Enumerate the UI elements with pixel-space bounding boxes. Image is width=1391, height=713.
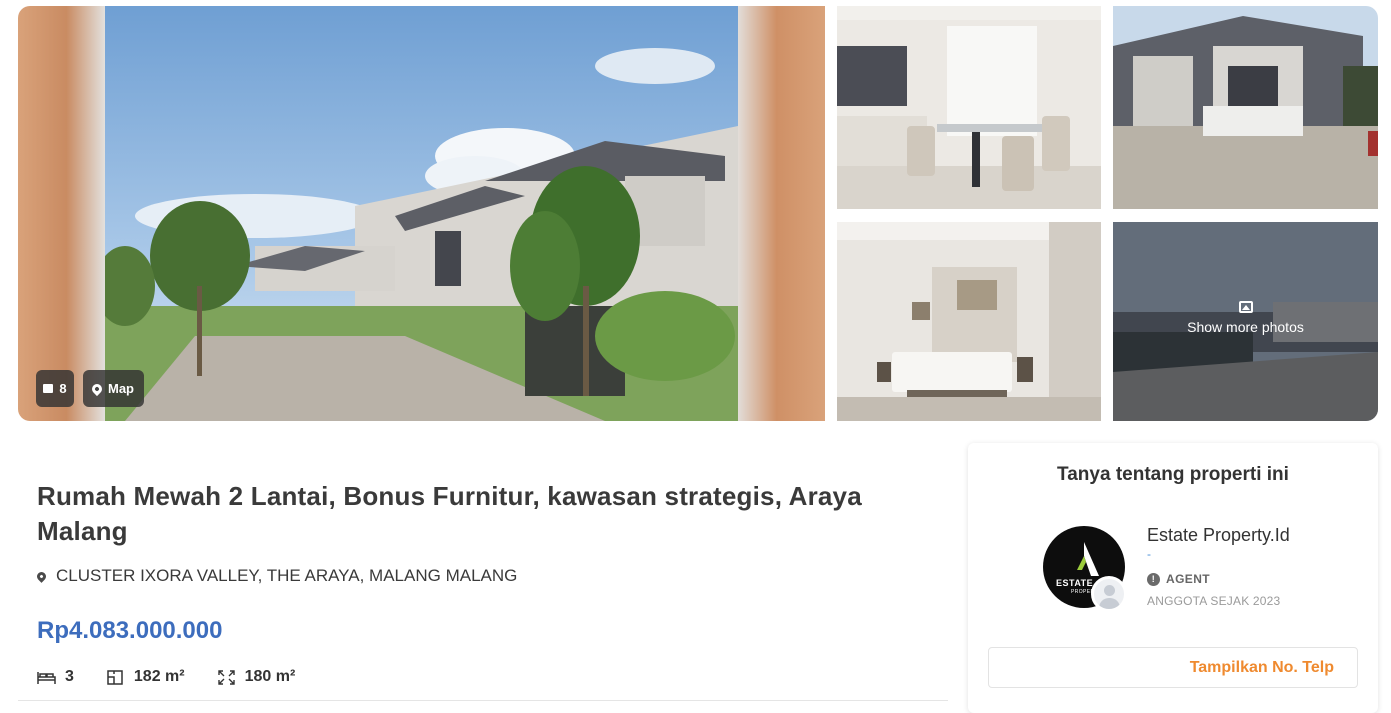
spec-land-area: 180 m² [217, 668, 296, 686]
photo-gallery: Show more photos 8 Map [18, 6, 1378, 421]
listing-price: Rp4.083.000.000 [37, 617, 223, 644]
show-phone-label: Tampilkan No. Telp [1189, 659, 1334, 676]
listing-address: CLUSTER IXORA VALLEY, THE ARAYA, MALANG … [35, 566, 518, 586]
thumbnail-street[interactable]: Show more photos [1113, 222, 1378, 421]
house-front-image [1113, 6, 1378, 209]
dining-room-image [837, 6, 1101, 209]
agent-role: ! AGENT [1147, 572, 1210, 586]
bed-icon [37, 671, 56, 684]
show-more-photos-button[interactable]: Show more photos [1113, 222, 1378, 421]
divider [18, 700, 948, 701]
map-button[interactable]: Map [83, 370, 144, 407]
card-heading: Tanya tentang properti ini [1057, 464, 1289, 485]
address-text: CLUSTER IXORA VALLEY, THE ARAYA, MALANG … [56, 566, 518, 585]
thumbnail-bedroom[interactable] [837, 222, 1101, 421]
agent-role-label: AGENT [1166, 572, 1210, 586]
agent-logo-mark [1077, 542, 1099, 576]
spec-building-area: 182 m² [106, 668, 185, 686]
contact-agent-card: Tanya tentang properti ini ESTATE PROPER… [968, 443, 1378, 713]
avatar [1091, 576, 1127, 612]
thumbnail-dining-room[interactable] [837, 6, 1101, 209]
show-more-photos-label: Show more photos [1187, 318, 1304, 335]
agent-logo-text: ESTATE [1056, 578, 1094, 588]
thumbnail-house-front[interactable] [1113, 6, 1378, 209]
house-exterior-image [105, 6, 738, 421]
photo-count-button[interactable]: 8 [36, 370, 74, 407]
image-icon [1238, 300, 1253, 313]
image-icon [43, 384, 54, 393]
map-pin-icon [89, 381, 105, 396]
spec-bedrooms: 3 [37, 668, 74, 686]
land-area-icon [217, 669, 235, 685]
floor-area-icon [107, 669, 123, 685]
map-label: Map [108, 381, 134, 396]
building-area: 182 m² [133, 668, 185, 685]
info-icon: ! [1147, 572, 1160, 586]
land-area: 180 m² [244, 668, 296, 685]
listing-title: Rumah Mewah 2 Lantai, Bonus Furnitur, ka… [37, 481, 862, 546]
member-since: ANGGOTA SEJAK 2023 [1147, 594, 1281, 608]
show-phone-button[interactable]: Tampilkan No. Telp [988, 647, 1358, 688]
listing-specs: 3 182 m² 180 m² [37, 668, 327, 686]
location-pin-icon [35, 569, 48, 583]
agent-name[interactable]: Estate Property.Id [1147, 525, 1290, 546]
bedroom-count: 3 [65, 668, 74, 685]
agent-subtitle: - [1147, 547, 1151, 561]
bedroom-image [837, 222, 1101, 421]
main-photo[interactable] [18, 6, 825, 421]
photo-count: 8 [59, 381, 67, 396]
